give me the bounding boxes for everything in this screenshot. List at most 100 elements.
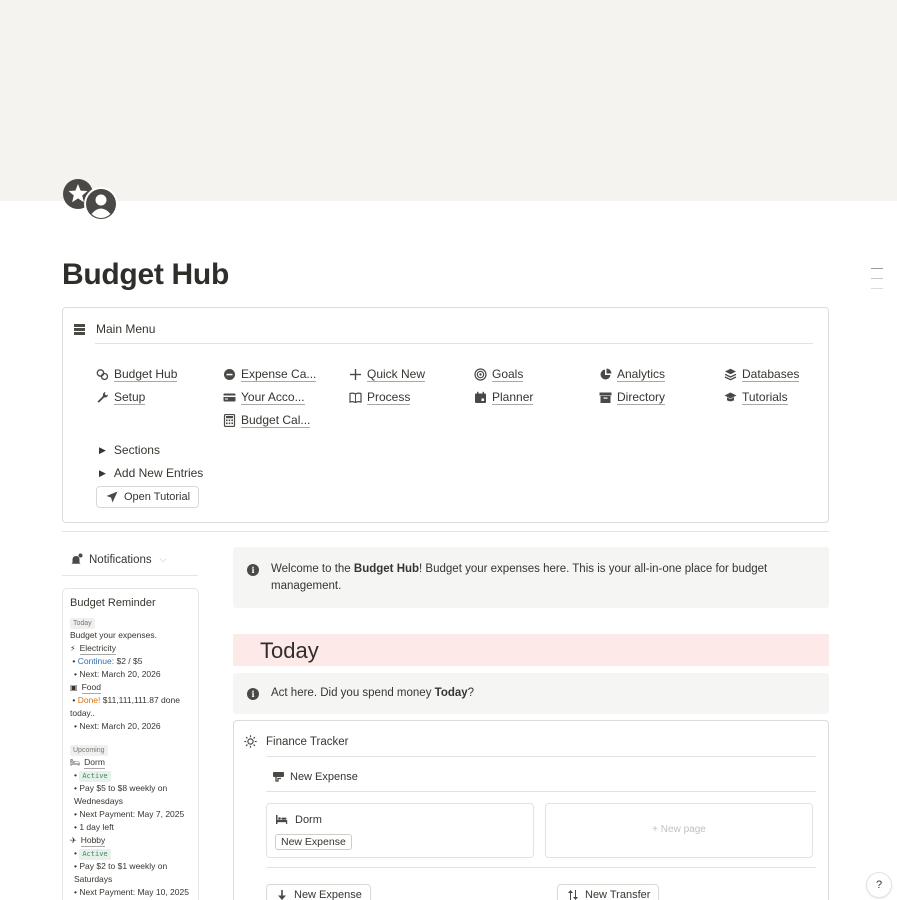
menu-link-analytics[interactable]: Analytics [599,363,666,386]
menu-link-label: Planner [492,390,534,405]
pie-chart-icon [599,368,612,381]
budget-reminder-card: Budget Reminder Today Budget your expens… [62,588,199,900]
reminder-item-name: Electricity [79,642,116,655]
open-tutorial-label: Open Tutorial [124,491,191,503]
status-label: Continue: [77,656,115,666]
divider [266,791,816,792]
calculator-icon [223,414,236,427]
welcome-prefix: Welcome to the [271,563,354,575]
info-icon: i [247,564,259,576]
new-expense-label: New Expense [294,889,362,900]
reminder-item-dorm[interactable]: 🛏 Dorm [70,756,191,769]
hobby-icon: ✈ [70,836,77,845]
book-icon [349,391,362,404]
divider [62,531,829,532]
today-callout: i Act here. Did you spend money Today? [233,673,829,714]
menu-link-label: Expense Ca... [241,367,317,382]
today-heading: Today [260,638,319,663]
drawer-icon [73,323,86,336]
plus-icon [349,368,362,381]
reminder-days-left: • 1 day left [74,822,114,832]
new-transfer-button[interactable]: New Transfer [557,884,660,900]
menu-link-process[interactable]: Process [349,386,425,409]
notifications-toggle[interactable]: Notifications ⌵ [70,553,166,566]
divider [266,867,816,868]
food-icon: ▣ [70,683,78,692]
menu-column-1: Budget Hub Setup [96,363,178,409]
menu-link-setup[interactable]: Setup [96,386,177,409]
graduation-cap-icon [724,391,737,404]
menu-link-label: Budget Hub [114,367,178,382]
main-menu-header: Main Menu [73,322,155,336]
chevron-down-icon: ⌵ [159,554,167,564]
menu-link-label: Databases [742,367,800,382]
reminder-next: • Next: March 20, 2026 [74,669,161,679]
wrench-icon [96,391,109,404]
gallery-card-dorm[interactable]: Dorm New Expense [266,803,534,858]
sun-icon [244,735,257,748]
menu-link-budget-calendar[interactable]: Budget Cal... [223,409,316,432]
reminder-intro: Budget your expenses. [70,630,157,640]
cover-image[interactable] [0,0,897,201]
help-button[interactable]: ? [866,872,892,898]
reminder-item-food[interactable]: ▣ Food [70,681,191,694]
finance-tracker-header: Finance Tracker [244,735,348,748]
reminder-item-name: Food [81,681,101,694]
open-tutorial-button[interactable]: Open Tutorial [96,486,200,508]
calendar-icon [474,391,487,404]
status-label: Done! [77,695,101,705]
main-menu-callout: Main Menu Budget Hub Setup Expense Ca... [62,307,829,523]
reminder-pay: • Pay $5 to $8 weekly on Wednesdays [74,783,168,806]
page-title: Budget Hub [62,258,229,291]
menu-link-expense-categories[interactable]: Expense Ca... [223,363,317,386]
menu-link-label: Analytics [617,367,666,382]
new-expense-button[interactable]: New Expense [266,884,371,900]
callout-prefix: Act here. Did you spend money [271,687,435,699]
caret-right-icon: ▶ [99,467,106,478]
menu-link-databases[interactable]: Databases [724,363,800,386]
reminder-title: Budget Reminder [70,597,156,609]
reminder-item-name: Hobby [80,834,106,847]
reminder-item-hobby[interactable]: ✈ Hobby [70,834,191,847]
menu-link-quick-new[interactable]: Quick New [349,363,426,386]
menu-column-3: Quick New Process [349,363,426,409]
reminder-badge-row: • Active [70,847,191,860]
main-menu-label: Main Menu [96,322,156,336]
bed-icon [275,813,288,826]
reminder-next: • Next Payment: May 10, 2025 [74,887,189,897]
callout-bold: Today [434,687,468,699]
upcoming-tag: Upcoming [70,745,108,756]
divider [95,343,813,344]
active-badge: Active [79,849,111,860]
card-title: Dorm [295,813,322,826]
menu-link-planner[interactable]: Planner [474,386,534,409]
star-person-icon[interactable] [62,176,120,222]
menu-link-tutorials[interactable]: Tutorials [724,386,799,409]
finance-tracker-title: Finance Tracker [266,735,349,748]
reminder-badge-row: • Active [70,769,191,782]
info-icon: i [247,688,259,700]
menu-link-directory[interactable]: Directory [599,386,666,409]
table-of-contents-indicator[interactable] [871,268,883,298]
toggle-add-new-entries[interactable]: ▶ Add New Entries [99,466,203,480]
new-page-label: + New page [652,824,706,835]
toggle-label: Sections [113,443,160,457]
view-tab-new-expense[interactable]: New Expense [272,770,358,783]
bed-icon: 🛏 [70,758,81,767]
bell-dot-icon [70,553,83,566]
menu-link-label: Quick New [367,367,426,382]
toggle-sections[interactable]: ▶ Sections [99,443,160,457]
card-new-expense-button[interactable]: New Expense [275,834,352,850]
menu-link-goals[interactable]: Goals [474,363,533,386]
welcome-text: Welcome to the Budget Hub! Budget your e… [271,561,815,608]
swap-vertical-icon [566,889,579,900]
menu-link-budget-hub[interactable]: Budget Hub [96,363,178,386]
reminder-item-electricity[interactable]: ⚡ Electricity [70,642,191,655]
stack-icon [724,368,737,381]
archive-icon [599,391,612,404]
today-callout-text: Act here. Did you spend money Today? [271,685,474,714]
reminder-status: • Continue: $2 / $5 [70,656,143,666]
menu-link-label: Budget Cal... [241,413,311,428]
gallery-new-page[interactable]: + New page [545,803,813,858]
menu-link-your-accounts[interactable]: Your Acco... [223,386,316,409]
